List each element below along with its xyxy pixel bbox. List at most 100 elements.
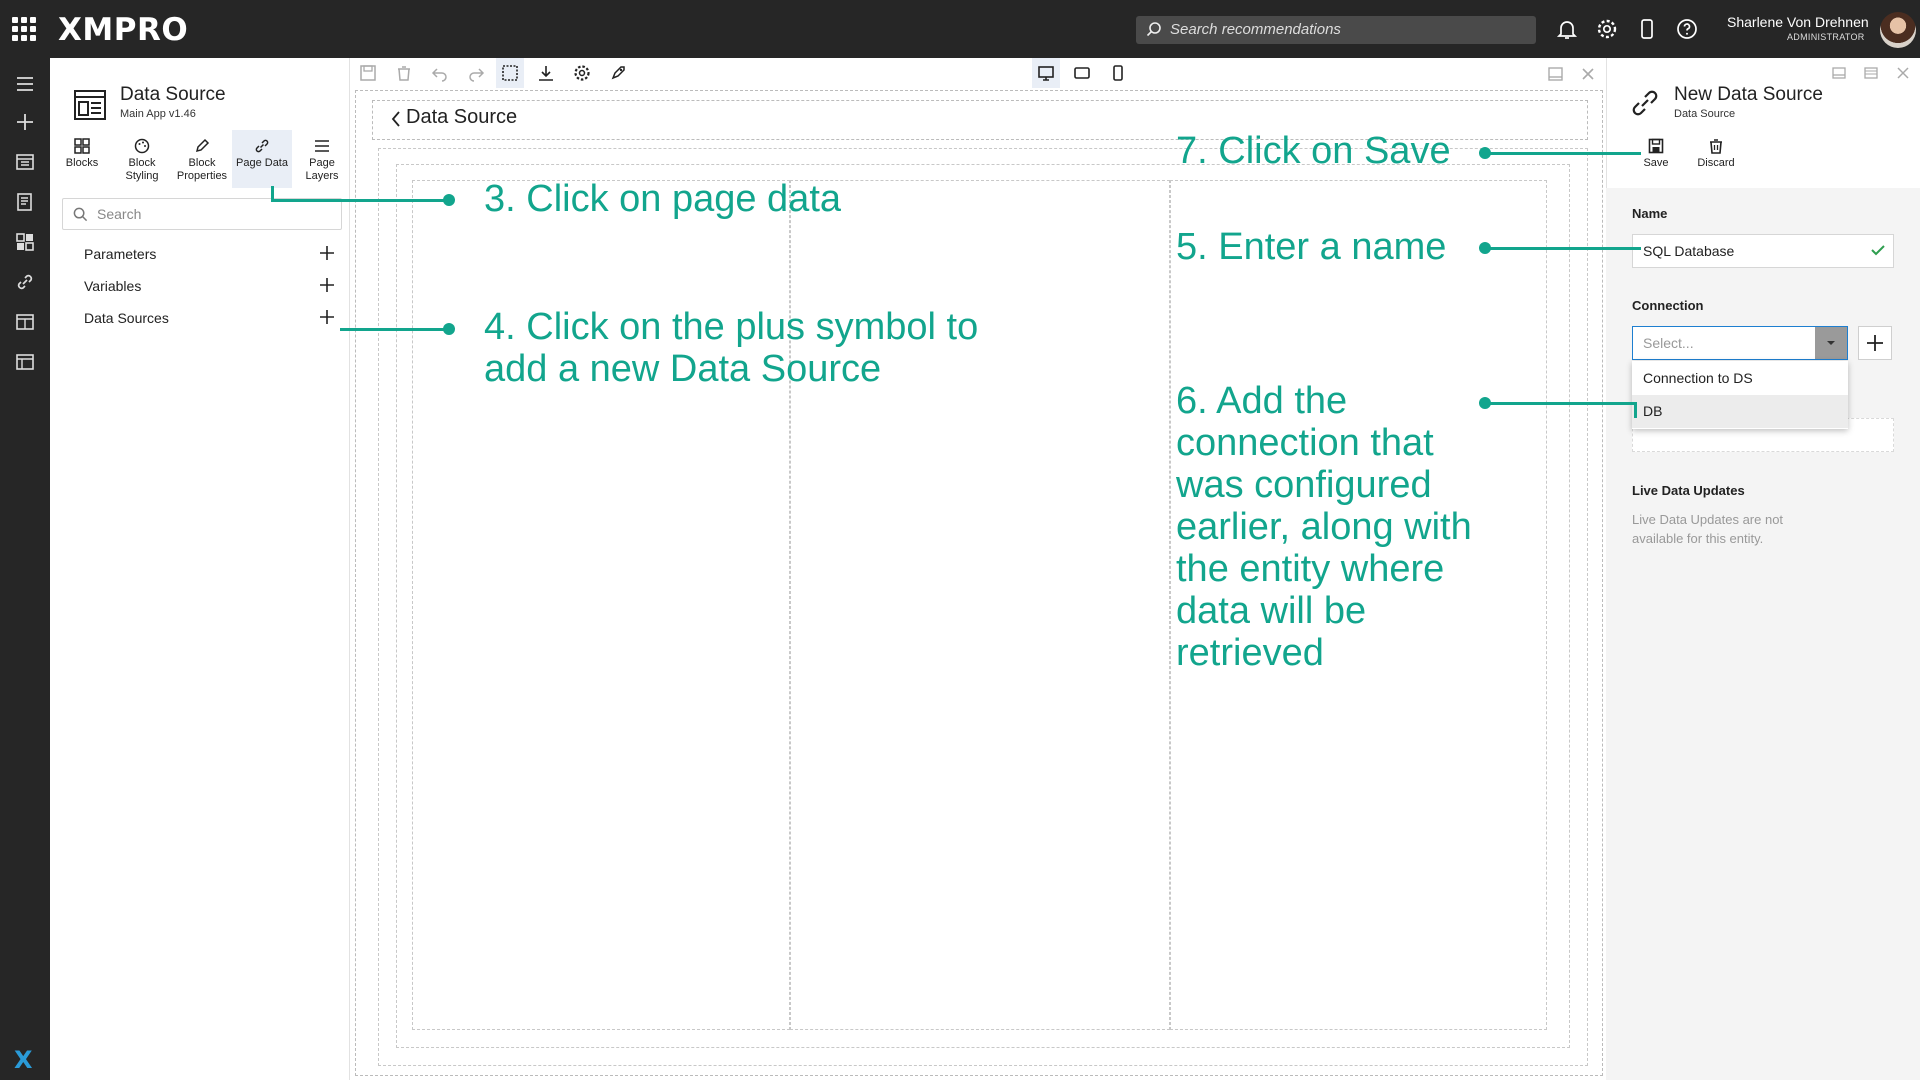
callout-step-6-line-4: earlier, along with <box>1176 506 1472 548</box>
callout-4-connector <box>340 328 450 331</box>
save-label: Save <box>1643 157 1669 169</box>
sidebar-search-input[interactable]: Search <box>62 198 342 230</box>
save-icon[interactable] <box>358 63 378 83</box>
menu-icon[interactable] <box>13 72 37 96</box>
connection-label: Connection <box>1632 298 1704 313</box>
add-connection-button[interactable] <box>1858 326 1892 360</box>
xmpro-logo: XMPRO <box>58 12 189 48</box>
phone-icon[interactable] <box>1108 63 1128 83</box>
callout-step-6-line-1: 6. Add the <box>1176 380 1348 422</box>
download-icon[interactable] <box>536 63 556 83</box>
apps-grid-icon[interactable] <box>12 17 36 41</box>
maximize-icon[interactable] <box>1832 66 1846 80</box>
dropdown-option-db[interactable]: DB <box>1632 395 1848 428</box>
page-data-label: Page Data <box>236 157 288 169</box>
page-data-button[interactable]: Page Data <box>232 130 292 188</box>
desktop-icon[interactable] <box>1036 63 1056 83</box>
callout-step-6-line-3: was configured <box>1176 464 1432 506</box>
connection-select[interactable]: Select... <box>1632 326 1848 360</box>
callout-6-connector-vertical <box>1634 402 1637 418</box>
callout-step-5: 5. Enter a name <box>1176 226 1447 268</box>
rocket-icon[interactable] <box>608 63 628 83</box>
tablet-icon[interactable] <box>1072 63 1092 83</box>
sidebar-item-data-sources[interactable]: Data Sources <box>84 310 169 326</box>
blocks-icon[interactable] <box>13 230 37 254</box>
name-label: Name <box>1632 206 1668 221</box>
settings-icon[interactable] <box>572 63 592 83</box>
canvas-back-title[interactable]: Data Source <box>406 106 517 129</box>
page-layers-label: Page Layers <box>305 157 339 182</box>
mobile-icon[interactable] <box>1635 17 1659 41</box>
dropdown-option-connection-to-ds[interactable]: Connection to DS <box>1632 362 1848 395</box>
add-icon[interactable] <box>13 110 37 134</box>
sidebar-search-placeholder: Search <box>97 206 142 222</box>
save-icon <box>1648 138 1664 154</box>
add-data-source-plus-icon[interactable] <box>318 308 336 326</box>
blocks-label: Blocks <box>65 157 99 169</box>
callout-7-connector <box>1485 152 1641 155</box>
discard-button[interactable]: Discard <box>1686 130 1746 188</box>
app-page-icon[interactable] <box>13 150 37 174</box>
close-icon[interactable] <box>1578 64 1598 84</box>
discard-label: Discard <box>1697 157 1735 169</box>
maximize-icon[interactable] <box>1546 64 1566 84</box>
search-placeholder: Search recommendations <box>1170 21 1341 38</box>
user-name[interactable]: Sharlene Von Drehnen <box>1727 14 1869 30</box>
block-styling-button[interactable]: Block Styling <box>112 130 172 188</box>
save-button[interactable]: Save <box>1626 130 1686 188</box>
avatar[interactable] <box>1880 12 1916 48</box>
page-layers-button[interactable]: Page Layers <box>292 130 352 188</box>
page-title: Data Source <box>120 84 226 105</box>
search-icon <box>73 207 88 222</box>
block-styling-label: Block Styling <box>125 157 159 182</box>
add-parameter-plus-icon[interactable] <box>318 244 336 262</box>
redo-icon[interactable] <box>466 63 486 83</box>
selection-outline-icon[interactable] <box>500 63 520 83</box>
callout-step-4-line1: 4. Click on the plus symbol to <box>484 306 979 348</box>
live-data-updates-label: Live Data Updates <box>1632 483 1745 498</box>
connection-placeholder: Select... <box>1643 335 1694 351</box>
search-recommendations-input[interactable]: Search recommendations <box>1136 16 1536 44</box>
page-icon <box>74 90 106 120</box>
callout-step-6-line-5: the entity where <box>1176 548 1445 590</box>
sidebar-item-parameters[interactable]: Parameters <box>84 246 156 262</box>
layout-icon[interactable] <box>13 350 37 374</box>
left-rail: X <box>0 58 50 1080</box>
chevron-down-icon[interactable] <box>1815 327 1847 359</box>
callout-6-connector <box>1485 402 1636 405</box>
callout-3-dot <box>443 194 455 206</box>
add-variable-plus-icon[interactable] <box>318 276 336 294</box>
callout-5-connector <box>1485 247 1641 250</box>
delete-icon[interactable] <box>394 63 414 83</box>
page-builder-sidebar: Data Source Main App v1.46 Blocks Block … <box>50 58 350 1080</box>
link-icon <box>255 139 269 153</box>
blocks-icon <box>74 138 90 154</box>
connection-dropdown: Connection to DS DB <box>1632 361 1848 429</box>
callout-step-3: 3. Click on page data <box>484 178 842 220</box>
user-role: ADMINISTRATOR <box>1787 32 1865 42</box>
block-properties-label: Block Properties <box>176 157 228 182</box>
callout-step-6-line-6: data will be <box>1176 590 1367 632</box>
gear-icon[interactable] <box>1595 17 1619 41</box>
undo-icon[interactable] <box>430 63 450 83</box>
block-properties-button[interactable]: Block Properties <box>172 130 232 188</box>
notes-icon[interactable] <box>13 190 37 214</box>
blocks-button[interactable]: Blocks <box>52 130 112 188</box>
plus-icon <box>1867 335 1883 351</box>
close-panel-icon[interactable] <box>1896 66 1910 80</box>
panel-title: New Data Source <box>1674 84 1823 105</box>
bell-icon[interactable] <box>1555 17 1579 41</box>
search-icon <box>1146 22 1161 37</box>
back-chevron-icon[interactable] <box>390 110 402 128</box>
page-subtitle: Main App v1.46 <box>120 108 196 120</box>
dashboard-icon[interactable] <box>13 310 37 334</box>
callout-step-6-line-2: connection that <box>1176 422 1434 464</box>
help-icon[interactable] <box>1675 17 1699 41</box>
sidebar-item-variables[interactable]: Variables <box>84 278 141 294</box>
callout-step-6-line-7: retrieved <box>1176 632 1324 674</box>
restore-icon[interactable] <box>1864 66 1878 80</box>
link-icon[interactable] <box>13 270 37 294</box>
name-input[interactable]: SQL Database <box>1632 234 1894 268</box>
callout-step-6: 6. Add the connection that was configure… <box>1176 380 1472 674</box>
xmpro-x-icon[interactable]: X <box>14 1046 33 1074</box>
